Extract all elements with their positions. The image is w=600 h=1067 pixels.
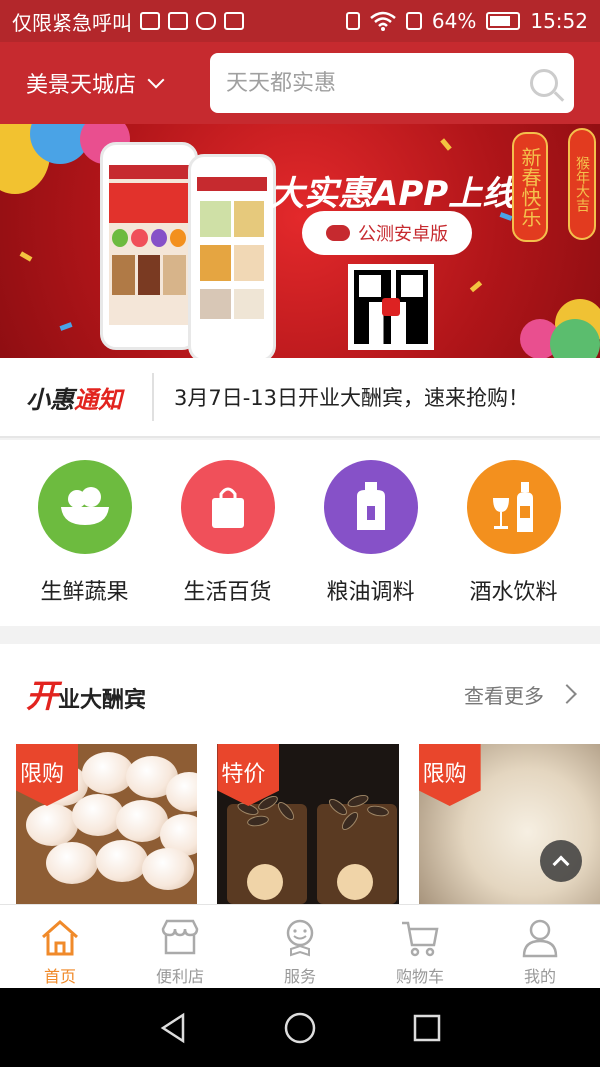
tab-profile[interactable]: 我的 — [480, 905, 600, 988]
tab-label: 便利店 — [155, 967, 204, 986]
product-card-sunflower-seeds[interactable]: 特价 — [217, 744, 399, 904]
phone-mockup — [188, 154, 276, 358]
sim-icon — [140, 12, 160, 30]
image-icon — [224, 12, 244, 30]
wifi-icon — [370, 11, 396, 31]
confetti-decoration — [440, 138, 452, 151]
category-label: 生活百货 — [183, 580, 272, 605]
chevron-down-icon — [147, 71, 165, 89]
product-card-rice[interactable]: 限购 — [418, 744, 600, 904]
clock: 15:52 — [530, 9, 588, 33]
category-label: 粮油调料 — [326, 580, 415, 605]
category-drinks[interactable]: 酒水饮料 — [442, 460, 585, 626]
phone-mockup — [100, 142, 198, 350]
lantern-right: 猴年大吉 — [568, 128, 596, 240]
store-icon — [161, 919, 199, 955]
tab-label: 购物车 — [395, 967, 444, 986]
wine-icon — [466, 460, 561, 554]
download-android-button[interactable]: 公测安卓版 — [302, 211, 472, 255]
notice-logo-red: 通知 — [74, 385, 122, 414]
back-icon[interactable] — [158, 1012, 188, 1044]
recents-icon[interactable] — [412, 1013, 442, 1043]
notice-text: 3月7日-13日开业大酬宾，速来抢购！ — [174, 386, 530, 410]
battery-percent: 64% — [431, 9, 477, 33]
keyboard-icon — [168, 12, 188, 30]
tab-label: 我的 — [523, 967, 556, 986]
tab-label: 首页 — [43, 967, 76, 986]
category-label: 酒水饮料 — [469, 580, 558, 605]
system-nav-bar — [0, 988, 600, 1067]
battery-icon — [486, 12, 521, 30]
category-daily-goods[interactable]: 生活百货 — [156, 460, 299, 626]
category-fresh[interactable]: 生鲜蔬果 — [13, 460, 156, 626]
status-bar: 仅限紧急呼叫 64% 15:52 — [0, 0, 600, 42]
promo-section: 开业大酬宾 查看更多 限购 特价 限购 — [0, 644, 600, 904]
tab-cart[interactable]: 购物车 — [360, 905, 480, 988]
product-card-eggs[interactable]: 限购 — [16, 744, 198, 904]
tab-home[interactable]: 首页 — [0, 905, 120, 988]
category-grid: 生鲜蔬果 生活百货 粮油调料 酒水饮料 — [0, 440, 600, 626]
carrier-text: 仅限紧急呼叫 — [12, 10, 132, 35]
store-name: 美景天城店 — [26, 73, 137, 98]
tab-store[interactable]: 便利店 — [120, 905, 240, 988]
section-header: 开业大酬宾 查看更多 — [0, 644, 600, 744]
notice-logo-black: 小惠 — [26, 385, 74, 414]
scroll-to-top-button[interactable] — [540, 840, 582, 882]
tab-label: 服务 — [283, 967, 316, 986]
store-selector[interactable]: 美景天城店 — [26, 67, 206, 99]
see-more-label: 查看更多 — [464, 683, 544, 708]
search-box[interactable] — [210, 53, 574, 113]
section-title: 开业大酬宾 — [26, 671, 146, 717]
bottom-tab-bar: 首页 便利店 服务 购物车 我的 — [0, 904, 600, 988]
tab-service[interactable]: 服务 — [240, 905, 360, 988]
product-list: 限购 特价 限购 — [0, 744, 600, 904]
app-header: 美景天城店 — [0, 42, 600, 124]
chevron-up-icon — [552, 855, 570, 873]
confetti-decoration — [19, 251, 33, 262]
confetti-decoration — [59, 322, 73, 331]
notice-logo: 小惠通知 — [0, 380, 152, 415]
section-title-first: 开 — [26, 677, 59, 715]
qr-code — [348, 264, 434, 350]
lantern-left: 新春快乐 — [512, 132, 548, 242]
notice-bar[interactable]: 小惠通知 3月7日-13日开业大酬宾，速来抢购！ — [0, 358, 600, 438]
weather-icon — [196, 12, 216, 30]
service-icon — [286, 919, 314, 957]
banner-title: 大实惠APP上线 — [270, 174, 517, 214]
cart-icon — [402, 921, 439, 957]
signal-icon — [405, 12, 422, 30]
cloud-download-icon — [326, 225, 350, 241]
category-label: 生鲜蔬果 — [40, 580, 129, 605]
home-icon — [42, 919, 78, 956]
promo-banner[interactable]: 大实惠APP上线 公测安卓版 新春快乐 猴年大吉 — [0, 124, 600, 358]
shopping-bag-icon — [180, 460, 275, 554]
category-grain-oil[interactable]: 粮油调料 — [299, 460, 442, 626]
section-title-rest: 业大酬宾 — [58, 688, 147, 713]
home-nav-icon[interactable] — [283, 1011, 317, 1045]
oil-bottle-icon — [323, 460, 418, 554]
download-button-label: 公测安卓版 — [358, 224, 448, 245]
fruit-bowl-icon — [37, 460, 132, 554]
vibrate-icon — [345, 12, 360, 30]
confetti-decoration — [469, 280, 483, 293]
chevron-right-icon — [557, 684, 577, 704]
search-input[interactable] — [226, 70, 530, 96]
product-tag: 限购 — [418, 744, 481, 806]
see-more-link[interactable]: 查看更多 — [464, 680, 577, 709]
search-icon[interactable] — [530, 69, 558, 97]
user-icon — [522, 919, 558, 958]
